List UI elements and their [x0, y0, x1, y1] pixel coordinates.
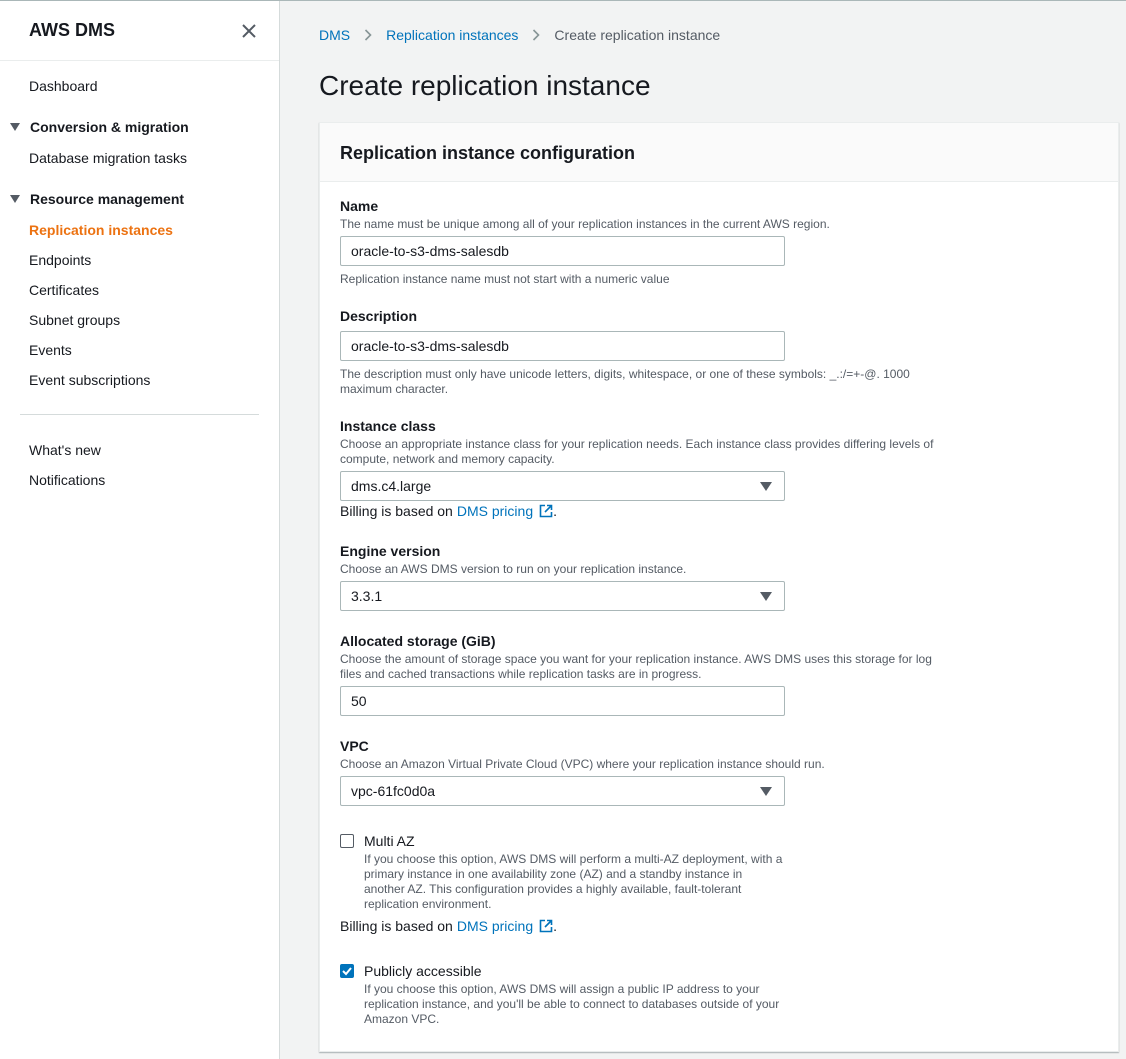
billing-period: .	[553, 918, 557, 934]
instance-class-billing: Billing is based on DMS pricing .	[340, 503, 557, 519]
sidebar-item-endpoints[interactable]: Endpoints	[29, 252, 91, 268]
storage-label: Allocated storage (GiB)	[340, 633, 496, 649]
multi-az-checkbox[interactable]	[340, 834, 354, 848]
caret-down-icon	[10, 123, 20, 131]
sidebar-divider	[20, 414, 259, 415]
storage-input[interactable]	[340, 686, 785, 716]
caret-down-icon	[760, 481, 772, 491]
sidebar-item-certificates[interactable]: Certificates	[29, 282, 99, 298]
engine-version-value: 3.3.1	[351, 588, 383, 604]
instance-class-description: Choose an appropriate instance class for…	[340, 437, 934, 466]
external-link-icon[interactable]	[539, 919, 553, 933]
billing-period: .	[553, 503, 557, 519]
sidebar-item-whats-new[interactable]: What's new	[29, 442, 101, 458]
multi-az-billing: Billing is based on DMS pricing .	[340, 918, 557, 934]
name-input[interactable]	[340, 236, 785, 266]
multi-az-label: Multi AZ	[364, 833, 415, 849]
billing-text: Billing is based on	[340, 503, 453, 519]
sidebar-section-resource-management[interactable]: Resource management	[10, 191, 184, 207]
external-link-icon[interactable]	[539, 504, 553, 518]
breadcrumb-dms-link[interactable]: DMS	[319, 27, 350, 43]
multi-az-description: If you choose this option, AWS DMS will …	[364, 852, 783, 911]
caret-down-icon	[760, 786, 772, 796]
description-hint: The description must only have unicode l…	[340, 367, 910, 396]
sidebar-section-conversion[interactable]: Conversion & migration	[10, 119, 189, 135]
description-label: Description	[340, 308, 418, 324]
breadcrumb-replication-instances-link[interactable]: Replication instances	[386, 27, 518, 43]
breadcrumb: DMS Replication instances Create replica…	[319, 27, 720, 43]
vpc-label: VPC	[340, 738, 369, 754]
page-title: Create replication instance	[319, 70, 651, 101]
panel-title: Replication instance configuration	[320, 123, 1118, 182]
name-description: The name must be unique among all of you…	[340, 217, 830, 231]
publicly-accessible-label: Publicly accessible	[364, 963, 482, 979]
engine-version-label: Engine version	[340, 543, 441, 559]
instance-class-label: Instance class	[340, 418, 436, 434]
caret-down-icon	[760, 591, 772, 601]
sidebar-header: AWS DMS	[0, 1, 279, 61]
replication-instance-config-panel: Replication instance configuration Name …	[319, 122, 1119, 1052]
publicly-accessible-checkbox[interactable]	[340, 964, 354, 978]
sidebar-item-subnet-groups[interactable]: Subnet groups	[29, 312, 120, 328]
instance-class-select[interactable]: dms.c4.large	[340, 471, 785, 501]
vpc-select[interactable]: vpc-61fc0d0a	[340, 776, 785, 806]
chevron-right-icon	[533, 29, 541, 41]
sidebar-section-label: Resource management	[30, 191, 185, 207]
vpc-value: vpc-61fc0d0a	[351, 783, 436, 799]
publicly-accessible-description: If you choose this option, AWS DMS will …	[364, 982, 780, 1026]
chevron-right-icon	[365, 29, 372, 41]
dms-pricing-link[interactable]: DMS pricing	[457, 503, 533, 519]
sidebar-item-notifications[interactable]: Notifications	[29, 472, 105, 488]
sidebar-item-database-migration-tasks[interactable]: Database migration tasks	[29, 150, 187, 166]
instance-class-value: dms.c4.large	[351, 478, 432, 494]
sidebar-title: AWS DMS	[29, 20, 116, 40]
name-hint: Replication instance name must not start…	[340, 272, 670, 286]
check-icon	[342, 967, 352, 976]
sidebar-item-event-subscriptions[interactable]: Event subscriptions	[29, 372, 150, 388]
sidebar-section-label: Conversion & migration	[30, 119, 189, 135]
sidebar-item-replication-instances[interactable]: Replication instances	[29, 222, 173, 238]
sidebar-item-events[interactable]: Events	[29, 342, 72, 358]
caret-down-icon	[10, 195, 20, 203]
billing-text: Billing is based on	[340, 918, 453, 934]
sidebar-item-dashboard[interactable]: Dashboard	[29, 78, 98, 94]
breadcrumb-current: Create replication instance	[554, 27, 721, 43]
name-label: Name	[340, 198, 379, 214]
engine-version-description: Choose an AWS DMS version to run on your…	[340, 562, 687, 576]
vpc-description: Choose an Amazon Virtual Private Cloud (…	[340, 757, 825, 771]
engine-version-select[interactable]: 3.3.1	[340, 581, 785, 611]
description-input[interactable]	[340, 331, 785, 361]
close-icon[interactable]	[240, 22, 258, 40]
side-navigation: AWS DMS Dashboard Conversion & migration…	[0, 1, 280, 1059]
storage-description: Choose the amount of storage space you w…	[340, 652, 932, 681]
dms-pricing-link[interactable]: DMS pricing	[457, 918, 533, 934]
